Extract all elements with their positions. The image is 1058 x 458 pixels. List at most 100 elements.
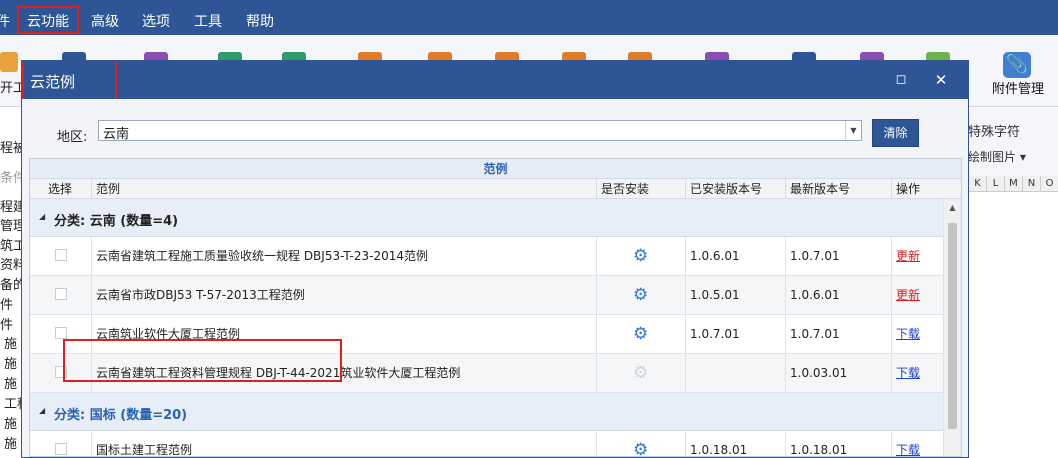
paperclip-icon[interactable]: 📎 [1003,52,1031,78]
maximize-button[interactable]: ◻ [890,69,912,91]
table-row[interactable]: 云南省建筑工程资料管理规程 DBJ-T-44-2021筑业软件大厦工程范例 ⚙ … [30,354,943,393]
action-cell: 更新 [891,237,943,276]
side-item[interactable]: 资料 [0,254,21,273]
side-item[interactable]: 施 [4,333,17,352]
collapse-arrow-icon[interactable]: ◢ [39,406,45,415]
action-cell: 下载 [891,315,943,354]
side-item[interactable]: 施 [4,433,17,452]
row-checkbox[interactable] [55,366,67,378]
download-link[interactable]: 下载 [896,327,920,341]
side-item[interactable]: 程被 [0,137,21,156]
column-letter[interactable]: M [1004,176,1022,192]
table-row[interactable]: 云南筑业软件大厦工程范例 ⚙ 1.0.7.01 1.0.7.01 下载 [30,315,943,354]
scroll-up-icon[interactable]: ▲ [944,199,961,216]
table-row[interactable]: 云南省建筑工程施工质量验收统一规程 DBJ53-T-23-2014范例 ⚙ 1.… [30,237,943,276]
side-item[interactable]: 施 [4,413,17,432]
column-header-installed[interactable]: 是否安装 [596,179,685,199]
column-header-select[interactable]: 选择 [30,179,91,199]
group-row[interactable]: ◢ 分类: 国标 (数量=20) [30,393,943,431]
region-value: 云南 [103,127,130,142]
gear-icon[interactable]: ⚙ [633,237,648,276]
side-item[interactable]: 工程 [4,393,21,412]
gear-icon[interactable]: ⚙ [633,315,648,354]
clear-button[interactable]: 清除 [872,119,919,147]
installed-cell: ⚙ [596,431,685,456]
column-letter[interactable]: K [968,176,986,192]
vertical-scrollbar[interactable]: ▲ [943,199,961,456]
latest-version: 1.0.6.01 [785,276,891,315]
update-link[interactable]: 更新 [896,249,920,263]
action-cell: 下载 [891,431,943,456]
installed-version [685,354,785,393]
table-row[interactable]: 国标土建工程范例 ⚙ 1.0.18.01 1.0.18.01 下载 [30,431,943,456]
region-label: 地区: [57,130,88,145]
gear-icon[interactable]: ⚙ [633,276,648,315]
close-icon: ✕ [934,71,948,89]
dialog-title-bar[interactable]: 云范例 ◻ ✕ [22,61,968,105]
chevron-down-icon[interactable]: ▼ [845,121,861,140]
close-button[interactable]: ✕ [930,69,952,91]
menu-item-options[interactable]: 选项 [142,0,170,35]
dialog-title: 云范例 [30,73,76,91]
download-link[interactable]: 下载 [896,366,920,380]
action-cell: 更新 [891,276,943,315]
action-cell: 下载 [891,354,943,393]
scroll-thumb[interactable] [948,223,957,429]
download-link[interactable]: 下载 [896,443,920,456]
group-label: 分类: 国标 (数量=20) [54,408,188,423]
row-checkbox[interactable] [55,249,67,261]
collapse-arrow-icon[interactable]: ◢ [39,212,45,221]
region-select[interactable]: 云南 ▼ [98,120,862,142]
row-checkbox[interactable] [55,327,67,339]
select-cell [30,276,91,315]
side-item[interactable]: 件 [0,314,13,333]
side-item[interactable]: 件 [0,294,13,313]
column-letter[interactable]: N [1022,176,1040,192]
sheet-grid[interactable] [968,192,1058,458]
row-checkbox[interactable] [55,288,67,300]
menu-item-tools[interactable]: 工具 [194,0,222,35]
select-cell [30,354,91,393]
installed-version: 1.0.18.01 [685,431,785,456]
side-item[interactable]: 备的 [0,274,21,293]
installed-version: 1.0.5.01 [685,276,785,315]
menu-bar: 件 云功能 高级 选项 工具 帮助 [0,0,1058,35]
annotation-highlight-menu [17,6,79,34]
column-letter[interactable]: L [986,176,1004,192]
special-characters-button[interactable]: 特殊字符 [968,121,1020,140]
update-link[interactable]: 更新 [896,288,920,302]
table-row[interactable]: 云南省市政DBJ53 T-57-2013工程范例 ⚙ 1.0.5.01 1.0.… [30,276,943,315]
menu-item-file[interactable]: 件 [0,0,10,35]
group-row[interactable]: ◢ 分类: 云南 (数量=4) [30,199,943,237]
example-name: 云南筑业软件大厦工程范例 [91,315,596,354]
select-cell [30,315,91,354]
column-letter[interactable]: O [1040,176,1058,192]
attachment-manager-button[interactable]: 附件管理 [992,78,1044,97]
grid-caption: 范例 [30,159,961,179]
installed-version: 1.0.6.01 [685,237,785,276]
column-header-action[interactable]: 操作 [891,179,961,199]
column-header-installed-version[interactable]: 已安装版本号 [685,179,785,199]
side-item[interactable]: 管理 [0,215,21,234]
folder-icon[interactable] [0,52,18,72]
latest-version: 1.0.7.01 [785,315,891,354]
menu-item-advanced[interactable]: 高级 [91,0,119,35]
row-checkbox[interactable] [55,443,67,455]
installed-cell: ⚙ [596,315,685,354]
side-item[interactable]: 程建 [0,196,21,215]
draw-image-button[interactable]: 绘制图片 ▾ [968,148,1026,165]
column-header-latest-version[interactable]: 最新版本号 [785,179,891,199]
column-header-example[interactable]: 范例 [91,179,596,199]
side-item[interactable]: 条件 [0,167,21,186]
installed-cell: ⚙ [596,354,685,393]
side-item[interactable]: 施 [4,373,17,392]
example-name: 云南省建筑工程资料管理规程 DBJ-T-44-2021筑业软件大厦工程范例 [91,354,596,393]
left-navigation-panel: 程被 条件 程建 管理 筑工 资料 备的 件 件 施 施 施 工程 施 施 [0,107,22,458]
side-item[interactable]: 施 [4,353,17,372]
example-name: 国标土建工程范例 [91,431,596,456]
side-item[interactable]: 筑工 [0,235,21,254]
select-cell [30,431,91,456]
menu-item-help[interactable]: 帮助 [246,0,274,35]
gear-icon[interactable]: ⚙ [633,431,648,456]
grid-header: 选择 范例 是否安装 已安装版本号 最新版本号 操作 [30,179,961,199]
